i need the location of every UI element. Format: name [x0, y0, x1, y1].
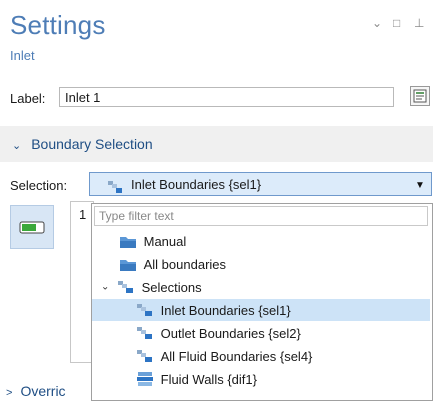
selection-node-icon [137, 327, 152, 340]
chevron-down-icon[interactable]: ⌄ [101, 282, 109, 293]
restore-icon[interactable]: □ [393, 16, 400, 30]
label-caption: Label: [10, 91, 46, 106]
boundary-selection-header[interactable]: ⌄ Boundary Selection [12, 136, 153, 152]
selections-icon [118, 281, 134, 294]
override-section-header[interactable]: > Overric [6, 383, 66, 399]
active-toggle-button[interactable] [10, 205, 54, 249]
difference-icon [137, 372, 153, 387]
selection-current: Inlet Boundaries {sel1} [131, 177, 262, 192]
selection-caption: Selection: [10, 178, 68, 193]
pin-icon[interactable]: ⊥ [414, 16, 424, 30]
dropdown-item-all-fluid-boundaries[interactable]: All Fluid Boundaries {sel4} [137, 345, 312, 367]
selection-node-icon [108, 178, 122, 196]
list-item[interactable]: 1 [79, 207, 86, 222]
note-icon [413, 89, 427, 103]
page-subtitle: Inlet [10, 48, 35, 63]
dropdown-item-selections[interactable]: ⌄ Selections [101, 276, 202, 298]
folder-icon [120, 260, 136, 272]
section-title: Boundary Selection [31, 136, 153, 152]
dropdown-item-outlet-boundaries[interactable]: Outlet Boundaries {sel2} [137, 322, 301, 344]
toggle-icon [19, 221, 45, 234]
dropdown-arrow-icon[interactable]: ▼ [415, 180, 425, 191]
selection-node-icon [137, 350, 152, 363]
section-title: Overric [20, 383, 66, 399]
dropdown-item-inlet-boundaries[interactable]: Inlet Boundaries {sel1} [137, 299, 291, 321]
label-input[interactable]: Inlet 1 [59, 87, 394, 107]
folder-icon [120, 237, 136, 249]
dropdown-item-manual[interactable]: Manual [120, 230, 186, 252]
edit-label-button[interactable] [410, 86, 430, 106]
chevron-right-icon: > [6, 387, 13, 399]
filter-input[interactable]: Type filter text [94, 206, 428, 226]
chevron-down-icon[interactable]: ⌄ [372, 16, 382, 30]
page-title: Settings [10, 10, 106, 40]
chevron-down-icon: ⌄ [12, 140, 22, 152]
dropdown-item-fluid-walls[interactable]: Fluid Walls {dif1} [137, 368, 257, 390]
selection-node-icon [137, 304, 152, 317]
dropdown-item-all-boundaries[interactable]: All boundaries [120, 253, 226, 275]
